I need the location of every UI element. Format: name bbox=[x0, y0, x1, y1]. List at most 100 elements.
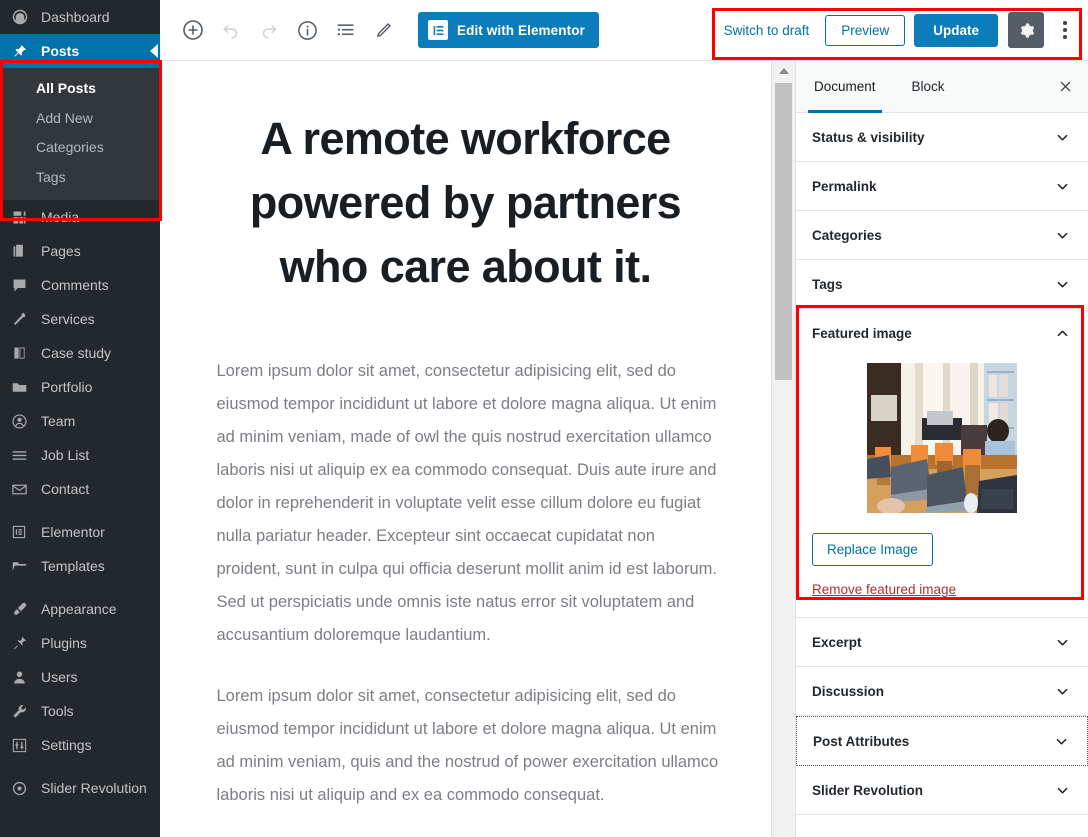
kebab-dot bbox=[1063, 35, 1067, 39]
redo-icon[interactable] bbox=[250, 11, 288, 49]
sidebar-item-label: Settings bbox=[41, 737, 92, 754]
sidebar-item-posts[interactable]: Posts bbox=[0, 34, 160, 68]
folder-icon bbox=[11, 379, 35, 396]
wrench-icon bbox=[11, 703, 35, 720]
undo-icon[interactable] bbox=[212, 11, 250, 49]
media-icon bbox=[11, 209, 35, 226]
chevron-down-icon bbox=[1052, 225, 1072, 245]
sidebar-item-pages[interactable]: Pages bbox=[0, 234, 160, 268]
pencil-icon[interactable] bbox=[364, 11, 402, 49]
post-paragraph[interactable]: Lorem ipsum dolor sit amet, consectetur … bbox=[211, 680, 721, 812]
panel-permalink[interactable]: Permalink bbox=[796, 162, 1088, 211]
sidebar-item-dashboard[interactable]: Dashboard bbox=[0, 0, 160, 34]
sidebar-item-job-list[interactable]: Job List bbox=[0, 438, 160, 472]
sidebar-item-contact[interactable]: Contact bbox=[0, 472, 160, 506]
post-paragraph[interactable]: Lorem ipsum dolor sit amet, consectetur … bbox=[211, 355, 721, 652]
submenu-item-all-posts[interactable]: All Posts bbox=[0, 74, 160, 104]
sidebar-item-label: Posts bbox=[41, 43, 80, 59]
panel-label: Permalink bbox=[812, 178, 877, 194]
kebab-dot bbox=[1063, 28, 1067, 32]
panel-header[interactable]: Slider Revolution bbox=[796, 766, 1088, 814]
panel-featured-image[interactable]: Featured image Replace Image Remove feat… bbox=[796, 309, 1088, 618]
elementor-icon bbox=[11, 524, 35, 540]
plug-icon bbox=[11, 635, 35, 652]
panel-header[interactable]: Excerpt bbox=[796, 618, 1088, 666]
update-button[interactable]: Update bbox=[914, 13, 998, 47]
panel-post-attributes[interactable]: Post Attributes bbox=[796, 716, 1088, 766]
sidebar-item-services[interactable]: Services bbox=[0, 302, 160, 336]
sidebar-item-label: Slider Revolution bbox=[41, 780, 147, 797]
tab-document[interactable]: Document bbox=[796, 61, 894, 113]
remove-featured-image-link[interactable]: Remove featured image bbox=[812, 582, 956, 597]
gear-icon[interactable] bbox=[1008, 12, 1044, 48]
panel-tags[interactable]: Tags bbox=[796, 260, 1088, 309]
submenu-item-add-new[interactable]: Add New bbox=[0, 104, 160, 134]
pages-icon bbox=[11, 243, 35, 260]
featured-image-body: Replace Image Remove featured image bbox=[796, 363, 1088, 617]
tab-block[interactable]: Block bbox=[894, 61, 963, 112]
editor-scrollbar[interactable] bbox=[771, 61, 795, 837]
sidebar-item-comments[interactable]: Comments bbox=[0, 268, 160, 302]
panel-header[interactable]: Categories bbox=[796, 211, 1088, 259]
sidebar-item-label: Media bbox=[41, 209, 80, 226]
chevron-up-icon bbox=[778, 68, 789, 74]
chevron-down-icon bbox=[1051, 731, 1071, 751]
sidebar-item-tools[interactable]: Tools bbox=[0, 694, 160, 728]
close-icon[interactable] bbox=[1042, 61, 1088, 112]
featured-image-thumbnail[interactable] bbox=[867, 363, 1017, 513]
panel-label: Featured image bbox=[812, 325, 912, 341]
sidebar-item-media[interactable]: Media bbox=[0, 200, 160, 234]
sidebar-item-users[interactable]: Users bbox=[0, 660, 160, 694]
panel-header[interactable]: Status & visibility bbox=[796, 113, 1088, 161]
panel-discussion[interactable]: Discussion bbox=[796, 667, 1088, 716]
sidebar-item-plugins[interactable]: Plugins bbox=[0, 626, 160, 660]
editor-header: Edit with Elementor Switch to draft Prev… bbox=[160, 0, 1088, 61]
sidebar-item-label: Users bbox=[41, 669, 78, 686]
scrollbar-thumb[interactable] bbox=[775, 83, 792, 380]
panel-label: Post Attributes bbox=[813, 733, 910, 749]
page-title[interactable]: A remote workforce powered by partners w… bbox=[206, 107, 726, 299]
panel-header[interactable]: Post Attributes bbox=[797, 717, 1087, 765]
switch-to-draft-button[interactable]: Switch to draft bbox=[708, 17, 826, 44]
kebab-menu-icon[interactable] bbox=[1050, 12, 1080, 48]
users-icon bbox=[11, 669, 35, 686]
submenu-item-tags[interactable]: Tags bbox=[0, 163, 160, 193]
panel-status-visibility[interactable]: Status & visibility bbox=[796, 113, 1088, 162]
sidebar-item-label: Portfolio bbox=[41, 379, 93, 396]
elementor-logo-icon bbox=[428, 20, 448, 40]
sidebar-item-team[interactable]: Team bbox=[0, 404, 160, 438]
panel-categories[interactable]: Categories bbox=[796, 211, 1088, 260]
panel-label: Tags bbox=[812, 276, 843, 292]
panel-excerpt[interactable]: Excerpt bbox=[796, 618, 1088, 667]
sidebar-item-label: Case study bbox=[41, 345, 112, 362]
sidebar-item-settings[interactable]: Settings bbox=[0, 728, 160, 762]
sidebar-item-templates[interactable]: Templates bbox=[0, 549, 160, 583]
chevron-down-icon bbox=[1052, 632, 1072, 652]
post-content-canvas[interactable]: A remote workforce powered by partners w… bbox=[160, 61, 771, 837]
edit-with-elementor-button[interactable]: Edit with Elementor bbox=[418, 12, 599, 48]
sidebar-item-portfolio[interactable]: Portfolio bbox=[0, 370, 160, 404]
sidebar-item-case-study[interactable]: Case study bbox=[0, 336, 160, 370]
user-circle-icon bbox=[11, 413, 35, 430]
pin-icon bbox=[11, 43, 35, 60]
replace-image-button[interactable]: Replace Image bbox=[812, 533, 933, 566]
chevron-down-icon bbox=[1052, 176, 1072, 196]
list-view-icon[interactable] bbox=[326, 11, 364, 49]
info-circle-icon[interactable] bbox=[288, 11, 326, 49]
panel-header[interactable]: Tags bbox=[796, 260, 1088, 308]
sidebar-item-label: Services bbox=[41, 311, 95, 328]
sidebar-item-slider-revolution[interactable]: Slider Revolution bbox=[0, 771, 160, 805]
featured-image-graphic bbox=[867, 363, 1017, 513]
sidebar-item-appearance[interactable]: Appearance bbox=[0, 592, 160, 626]
scrollbar-up-button[interactable] bbox=[772, 61, 795, 81]
panel-header[interactable]: Discussion bbox=[796, 667, 1088, 715]
panel-slider-revolution[interactable]: Slider Revolution bbox=[796, 766, 1088, 815]
sidebar-item-label: Contact bbox=[41, 481, 90, 498]
submenu-item-categories[interactable]: Categories bbox=[0, 133, 160, 163]
panel-header[interactable]: Featured image bbox=[796, 309, 1088, 357]
panel-header[interactable]: Permalink bbox=[796, 162, 1088, 210]
sidebar-item-elementor[interactable]: Elementor bbox=[0, 515, 160, 549]
preview-button[interactable]: Preview bbox=[825, 14, 906, 46]
plus-circle-icon[interactable] bbox=[174, 11, 212, 49]
sidebar-item-label: Dashboard bbox=[41, 9, 110, 25]
